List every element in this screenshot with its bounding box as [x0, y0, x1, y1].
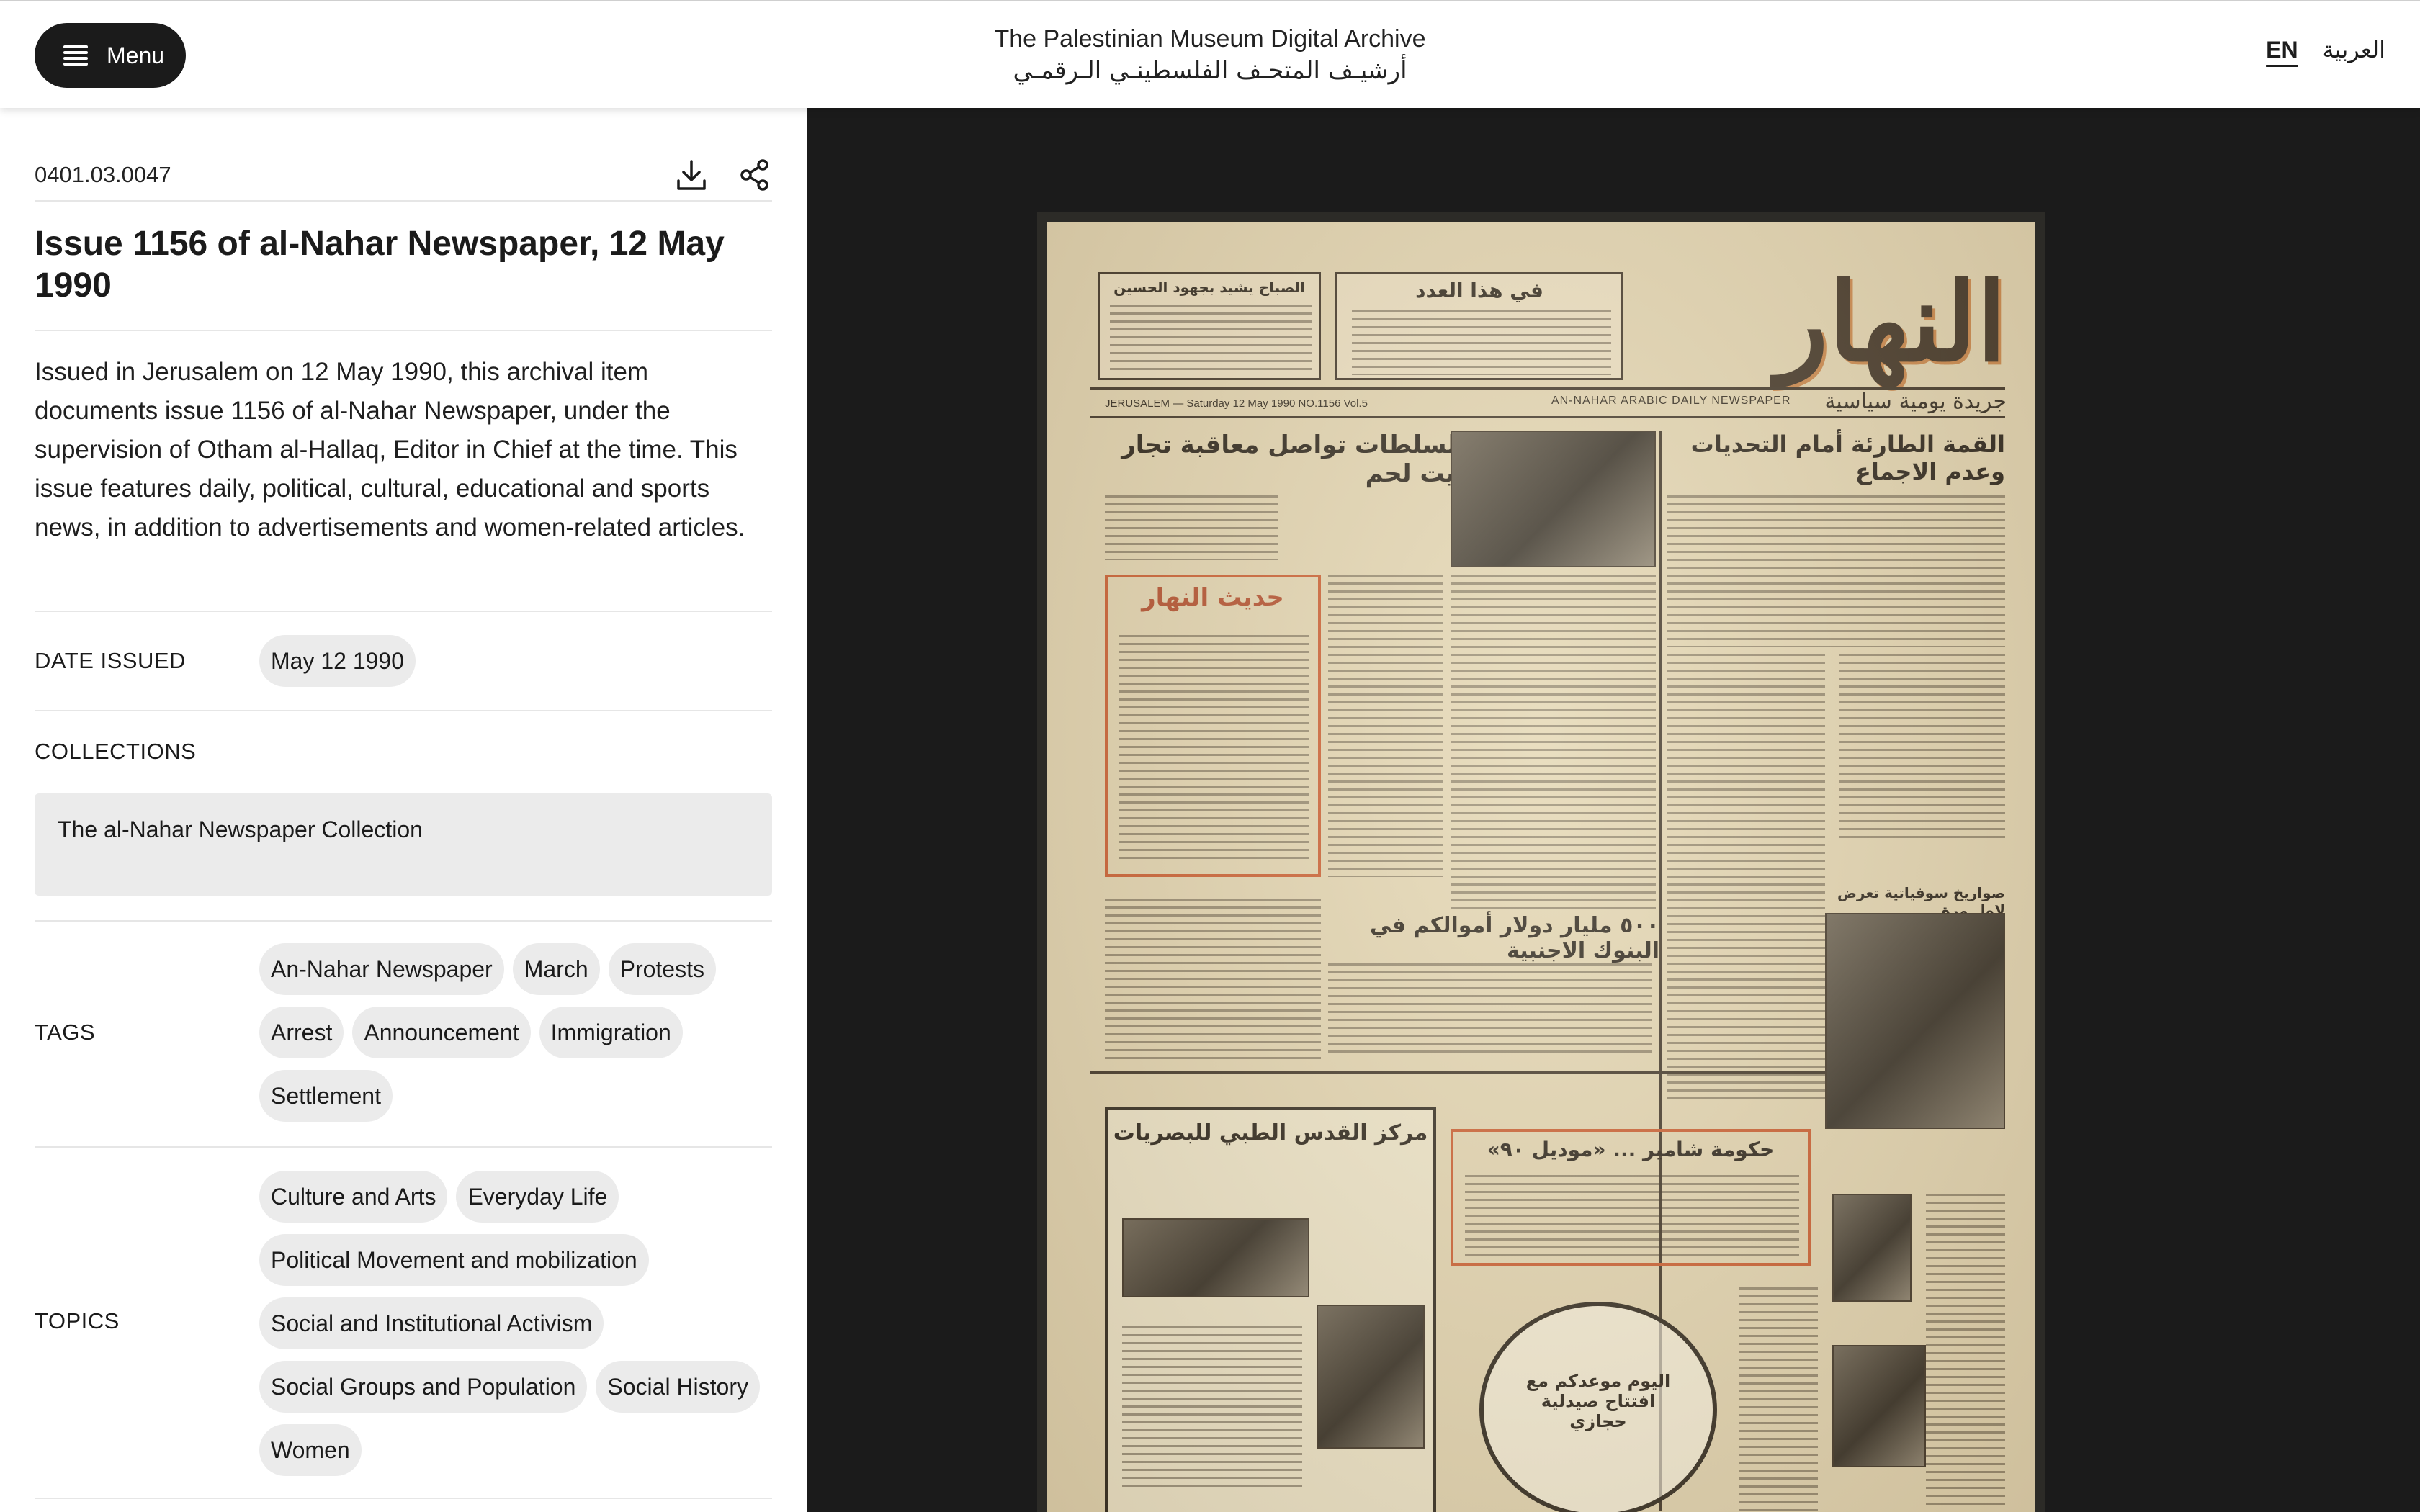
menu-button[interactable]: Menu [35, 23, 186, 88]
editorial-column-heading: حديث النهار [1142, 583, 1284, 612]
hamburger-icon [63, 45, 88, 66]
headline-summit: القمة الطارئة أمام التحديات وعدم الاجماع [1690, 431, 2005, 485]
news-photo [1825, 913, 2005, 1129]
topic-chip[interactable]: Culture and Arts [259, 1171, 448, 1223]
divider [35, 1146, 772, 1148]
tag-chip[interactable]: Settlement [259, 1070, 393, 1122]
editorial-column-box: حديث النهار [1105, 575, 1321, 877]
text-column [1122, 1326, 1302, 1492]
text-column [1839, 654, 2005, 841]
tag-chip[interactable]: Arrest [259, 1007, 344, 1058]
download-button[interactable] [674, 158, 709, 192]
newspaper-dateline: JERUSALEM — Saturday 12 May 1990 NO.1156… [1105, 397, 1368, 410]
ad-heading: مركز القدس الطبي للبصريات [1113, 1120, 1428, 1146]
text-column [1110, 305, 1312, 374]
pharmacy-ad-text: اليوم موعدكم مع افتتاح صيدلية حجازي [1525, 1371, 1671, 1431]
date-issued-label: DATE ISSUED [35, 648, 186, 673]
text-column [1465, 1175, 1799, 1261]
tags-list: An-Nahar Newspaper March Protests Arrest Ann… [259, 943, 778, 1133]
share-button[interactable] [738, 158, 772, 192]
topic-chip[interactable]: Social and Institutional Activism [259, 1297, 604, 1349]
image-viewer[interactable]: النهار جريدة يومية سياسية AN-NAHAR ARABI… [807, 108, 2420, 1512]
tag-chip[interactable]: Protests [608, 943, 716, 995]
brand-title-ar: أرشيـف المتحـف الفلسطينـي الـرقمـي [1013, 56, 1407, 85]
text-column [1328, 963, 1652, 1057]
text-column [1926, 1194, 2005, 1511]
download-icon [677, 160, 706, 190]
divider [35, 611, 772, 612]
text-column [1352, 310, 1611, 375]
text-column [1667, 495, 2005, 647]
language-switcher: EN العربية [2266, 36, 2385, 63]
divider [35, 710, 772, 711]
brand-title-en: The Palestinian Museum Digital Archive [994, 25, 1426, 53]
newspaper-brief-box: الصباح يشيد بجهود الحسين [1098, 272, 1321, 380]
headline-banks: ٥٠٠ مليار دولار أموالكم في البنوك الاجنب… [1369, 913, 1659, 963]
rule [1090, 416, 2005, 418]
collections-label: COLLECTIONS [35, 739, 197, 764]
site-header: Menu The Palestinian Museum Digital Arch… [0, 0, 2420, 108]
newspaper-scan[interactable]: النهار جريدة يومية سياسية AN-NAHAR ARABI… [1037, 212, 2045, 1512]
menu-label: Menu [107, 42, 165, 68]
portrait-photo [1832, 1194, 1912, 1302]
text-column [1667, 654, 1825, 1100]
language-en-link[interactable]: EN [2266, 37, 2298, 63]
ad-eyes-image [1122, 1218, 1309, 1297]
text-column [1105, 899, 1321, 1064]
brief-box-heading: الصباح يشيد بجهود الحسين [1113, 279, 1305, 296]
topic-chip[interactable]: Women [259, 1424, 362, 1476]
date-issued-value: May 12 1990 [259, 635, 416, 687]
tag-chip[interactable]: Announcement [352, 1007, 531, 1058]
topic-chip[interactable]: Social Groups and Population [259, 1361, 588, 1413]
newspaper-masthead-en: AN-NAHAR ARABIC DAILY NEWSPAPER [1551, 395, 1791, 407]
item-title: Issue 1156 of al-Nahar Newspaper, 12 May… [35, 225, 725, 305]
item-id: 0401.03.0047 [35, 162, 171, 187]
text-column [1119, 635, 1309, 865]
item-description: Issued in Jerusalem on 12 May 1990, this… [35, 358, 745, 541]
newspaper-index-box: في هذا العدد [1335, 272, 1623, 380]
text-column [1451, 575, 1656, 913]
ad-portrait-image [1317, 1305, 1425, 1449]
newspaper-subtitle: جريدة يومية سياسية [1824, 389, 2007, 414]
feature-box-heading: حكومة شامير ... «موديل ٩٠» [1487, 1138, 1775, 1161]
headline-bethlehem: السلطات تواصل معاقبة تجار بيت لحم [1121, 431, 1465, 488]
index-box-heading: في هذا العدد [1415, 279, 1543, 302]
text-column [1739, 1287, 1818, 1512]
collection-link[interactable]: The al-Nahar Newspaper Collection [35, 793, 772, 896]
topic-chip[interactable]: Social History [596, 1361, 760, 1413]
newspaper-nameplate: النهار [1776, 259, 2007, 386]
divider [35, 330, 772, 331]
item-details-panel: 0401.03.0047 Issue 1156 of al-Nahar News… [0, 108, 807, 1512]
portrait-photo [1832, 1345, 1926, 1467]
tag-chip[interactable]: March [512, 943, 600, 995]
topic-chip[interactable]: Political Movement and mobilization [259, 1234, 649, 1286]
text-column [1105, 495, 1278, 560]
topic-chip[interactable]: Everyday Life [456, 1171, 619, 1223]
tag-chip[interactable]: An-Nahar Newspaper [259, 943, 504, 995]
divider [35, 920, 772, 922]
pharmacy-ad: اليوم موعدكم مع افتتاح صيدلية حجازي [1479, 1302, 1717, 1512]
share-icon [740, 159, 768, 191]
rule [1090, 387, 2005, 390]
topics-list: Culture and Arts Everyday Life Political M… [259, 1171, 778, 1488]
item-actions [674, 158, 772, 192]
optical-center-ad: مركز القدس الطبي للبصريات [1105, 1107, 1436, 1512]
language-ar-link[interactable]: العربية [2323, 36, 2385, 63]
text-column [1328, 575, 1443, 877]
divider [35, 1498, 772, 1499]
site-logo[interactable]: The Palestinian Museum Digital Archive أ… [792, 23, 1628, 86]
divider [35, 200, 772, 202]
tag-chip[interactable]: Immigration [539, 1007, 683, 1058]
topics-label: TOPICS [35, 1308, 120, 1333]
feature-box: حكومة شامير ... «موديل ٩٠» [1451, 1129, 1811, 1266]
news-photo [1451, 431, 1656, 567]
tags-label: TAGS [35, 1020, 96, 1045]
item-id-row: 0401.03.0047 [35, 143, 772, 207]
